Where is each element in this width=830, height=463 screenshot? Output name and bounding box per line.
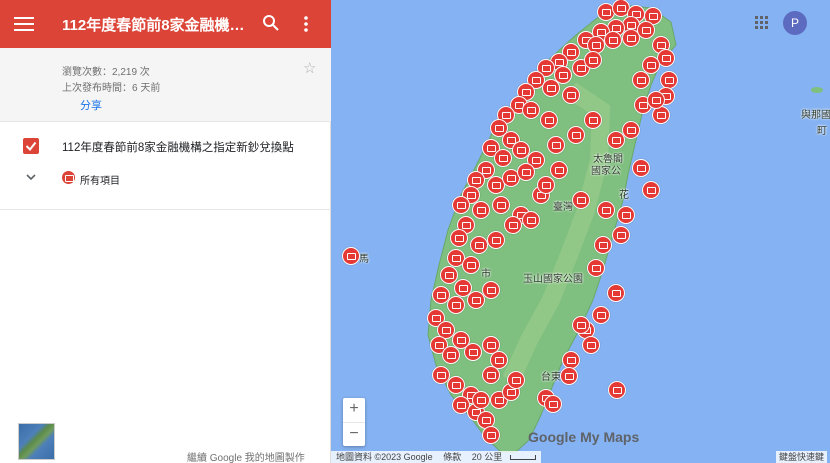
location-marker[interactable]: [452, 196, 470, 214]
map-data-credit: 地圖資料 ©2023 Google: [336, 452, 433, 462]
location-marker[interactable]: [632, 159, 650, 177]
location-marker[interactable]: [608, 381, 626, 399]
scale-label: 20 公里: [471, 452, 503, 462]
account-avatar[interactable]: P: [783, 11, 807, 35]
location-marker[interactable]: [604, 31, 622, 49]
location-marker[interactable]: [517, 163, 535, 181]
location-marker[interactable]: [470, 236, 488, 254]
location-marker[interactable]: [522, 211, 540, 229]
location-marker[interactable]: [592, 306, 610, 324]
menu-icon[interactable]: [14, 14, 34, 34]
map-attribution: 地圖資料 ©2023 Google 條款 20 公里: [331, 451, 542, 463]
layer-section: 112年度春節前8家金融機構之指定新鈔兌換點 所有項目: [0, 122, 331, 210]
share-link[interactable]: 分享: [80, 97, 102, 113]
last-published: 上次發布時間：6 天前: [62, 83, 161, 94]
map-title[interactable]: 112年度春節前8家金融機構之指定新鈔兌換: [62, 14, 252, 35]
map-canvas[interactable]: 太魯閣 國家公 花 臺灣 玉山國家公園 市 台東 馬 與那國 町 P + − G…: [331, 0, 830, 463]
chevron-down-icon[interactable]: [24, 170, 38, 184]
map-label: 市: [481, 269, 491, 280]
terms-link[interactable]: 條款: [443, 452, 461, 462]
location-marker[interactable]: [542, 79, 560, 97]
app-bar: 112年度春節前8家金融機構之指定新鈔兌換: [0, 0, 331, 48]
location-marker[interactable]: [560, 367, 578, 385]
location-marker[interactable]: [572, 316, 590, 334]
location-marker[interactable]: [482, 426, 500, 444]
search-icon[interactable]: [262, 14, 280, 32]
location-marker[interactable]: [472, 201, 490, 219]
map-label: 與那國: [801, 110, 830, 121]
side-panel: 112年度春節前8家金融機構之指定新鈔兌換 瀏覽次數：2,219 次 上次發布時…: [0, 0, 331, 463]
location-marker[interactable]: [594, 236, 612, 254]
location-marker[interactable]: [442, 346, 460, 364]
footer-text[interactable]: 繼續 Google 我的地圖製作: [187, 449, 305, 463]
location-marker[interactable]: [472, 391, 490, 409]
location-marker[interactable]: [637, 21, 655, 39]
layer-checkbox[interactable]: [23, 138, 39, 154]
apps-grid-icon[interactable]: [755, 16, 769, 30]
location-marker[interactable]: [597, 201, 615, 219]
location-marker[interactable]: [622, 121, 640, 139]
location-marker[interactable]: [617, 206, 635, 224]
location-marker[interactable]: [584, 51, 602, 69]
map-label: 町: [817, 126, 827, 137]
map-label: 馬: [359, 254, 369, 265]
location-marker[interactable]: [504, 216, 522, 234]
location-marker[interactable]: [462, 256, 480, 274]
location-marker[interactable]: [632, 71, 650, 89]
location-marker[interactable]: [572, 191, 590, 209]
location-marker[interactable]: [562, 86, 580, 104]
location-marker[interactable]: [587, 259, 605, 277]
map-label: 台東: [541, 372, 561, 383]
location-marker[interactable]: [540, 111, 558, 129]
location-marker[interactable]: [487, 231, 505, 249]
zoom-control: + −: [343, 398, 365, 446]
location-marker[interactable]: [642, 181, 660, 199]
location-marker[interactable]: [547, 136, 565, 154]
location-marker[interactable]: [464, 343, 482, 361]
location-marker[interactable]: [447, 296, 465, 314]
location-marker[interactable]: [494, 149, 512, 167]
view-count: 瀏覽次數：2,219 次: [62, 67, 150, 78]
location-marker[interactable]: [584, 111, 602, 129]
star-icon[interactable]: ☆: [303, 59, 316, 77]
location-marker[interactable]: [550, 161, 568, 179]
basemap-thumbnail[interactable]: [18, 423, 55, 460]
location-marker[interactable]: [612, 226, 630, 244]
location-marker[interactable]: [522, 101, 540, 119]
map-label: 花: [619, 190, 629, 201]
location-marker[interactable]: [537, 176, 555, 194]
location-marker[interactable]: [544, 395, 562, 413]
location-marker[interactable]: [582, 336, 600, 354]
map-label: 玉山國家公園: [523, 274, 583, 285]
location-marker[interactable]: [647, 91, 665, 109]
location-marker[interactable]: [492, 196, 510, 214]
map-info: 瀏覽次數：2,219 次 上次發布時間：6 天前 分享 ☆: [0, 48, 331, 122]
check-icon: [25, 141, 37, 152]
all-items-icon: [62, 171, 75, 184]
keyboard-shortcuts-link[interactable]: 鍵盤快速鍵: [776, 451, 828, 463]
map-label: 國家公: [591, 166, 621, 177]
location-marker[interactable]: [660, 71, 678, 89]
google-my-maps-logo: Google My Maps: [528, 429, 640, 445]
more-options-icon[interactable]: [298, 14, 314, 34]
location-marker[interactable]: [482, 366, 500, 384]
map-label: 臺灣: [553, 202, 573, 213]
location-marker[interactable]: [567, 126, 585, 144]
location-marker[interactable]: [607, 284, 625, 302]
location-marker[interactable]: [507, 371, 525, 389]
location-marker[interactable]: [450, 229, 468, 247]
scale-bar: [510, 455, 537, 461]
zoom-out-button[interactable]: −: [343, 422, 365, 446]
location-marker[interactable]: [342, 247, 360, 265]
layer-name[interactable]: 112年度春節前8家金融機構之指定新鈔兌換點: [62, 139, 312, 155]
zoom-in-button[interactable]: +: [343, 398, 365, 422]
location-marker[interactable]: [482, 281, 500, 299]
all-items-label[interactable]: 所有項目: [80, 172, 120, 187]
